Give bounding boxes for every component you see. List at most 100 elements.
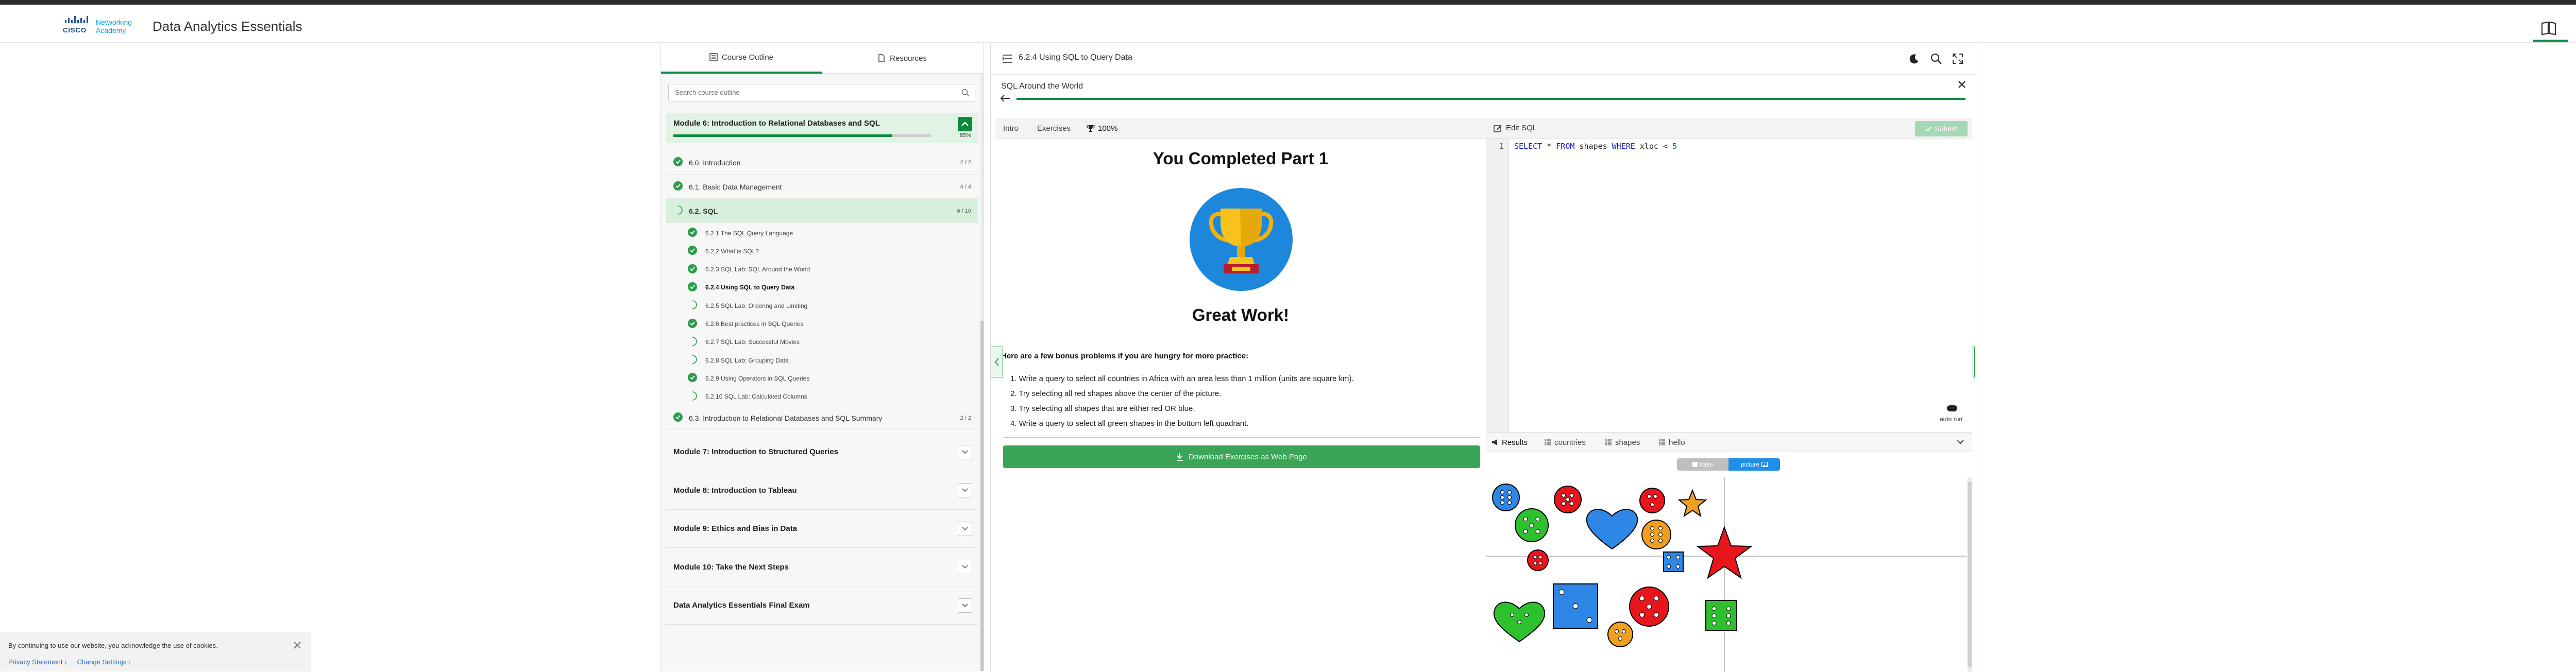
section-label: 6.3. Introduction to Relational Database…: [689, 413, 883, 422]
subsection-item[interactable]: 6.2.5 SQL Lab: Ordering and Limiting: [688, 297, 976, 315]
module-item[interactable]: Data Analytics Essentials Final Exam: [666, 587, 978, 625]
orange-circle-small: [1607, 622, 1633, 647]
submit-label: Submit: [1935, 125, 1957, 133]
expand-icon[interactable]: [1951, 52, 1964, 65]
red-circle-bottom: [1629, 587, 1669, 627]
search-icon[interactable]: [1929, 52, 1943, 65]
top-bar: CISCO Networking Academy Data Analytics …: [0, 5, 2576, 43]
subsection-item[interactable]: 6.2.4 Using SQL to Query Data: [688, 279, 976, 297]
section-item[interactable]: 6.2. SQL 6 / 10: [666, 199, 978, 223]
table-icon: [1605, 439, 1612, 445]
tab-countries[interactable]: countries: [1544, 433, 1586, 452]
expand-button[interactable]: [958, 521, 972, 536]
book-icon[interactable]: [2540, 19, 2557, 37]
subsection-item[interactable]: 6.2.7 SQL Lab: Successful Movies: [688, 333, 976, 351]
module-progress-bar: [673, 134, 931, 137]
submit-button[interactable]: Submit: [1915, 121, 1968, 136]
tab-resources[interactable]: Resources: [822, 43, 982, 74]
results-panel: Results countries shapes hello table pic…: [1486, 432, 1972, 672]
tab-hello[interactable]: hello: [1658, 433, 1685, 452]
collapse-toggle[interactable]: [958, 117, 972, 131]
trophy-badge-icon: [1190, 188, 1293, 291]
line-gutter: 1: [1486, 139, 1509, 432]
search-icon[interactable]: [961, 89, 970, 97]
privacy-statement-link[interactable]: Privacy Statement ›: [8, 658, 66, 666]
expand-button[interactable]: [958, 598, 972, 613]
subsection-item[interactable]: 6.2.3 SQL Lab: SQL Around the World: [688, 261, 976, 279]
sql-keyword: FROM: [1556, 142, 1575, 151]
cookie-links: Privacy Statement › Change Settings ›: [8, 658, 131, 666]
section-item[interactable]: 6.0. Introduction 2 / 2: [666, 151, 978, 175]
tab-score[interactable]: 100%: [1087, 118, 1117, 139]
subsection-label: 6.2.3 SQL Lab: SQL Around the World: [705, 266, 810, 273]
subsection-item[interactable]: 6.2.6 Best practices in SQL Queries: [688, 315, 976, 333]
section-count: 4 / 4: [960, 183, 971, 190]
module-6-header[interactable]: Module 6: Introduction to Relational Dat…: [666, 113, 978, 143]
chevron-down-icon[interactable]: [1956, 439, 1964, 445]
module-item[interactable]: Module 8: Introduction to Tableau: [666, 472, 978, 510]
cisco-logo[interactable]: CISCO Networking Academy: [60, 16, 137, 38]
outline-search[interactable]: [668, 84, 975, 101]
download-exercises-button[interactable]: Download Exercises as Web Page: [1003, 445, 1480, 468]
dark-mode-icon[interactable]: [1908, 52, 1921, 65]
tab-intro[interactable]: Intro: [1003, 118, 1019, 139]
green-square: [1705, 600, 1737, 631]
subsection-item[interactable]: 6.2.8 SQL Lab: Grouping Data: [688, 351, 976, 369]
logo-academy: Academy: [96, 26, 126, 35]
check-circle-icon: [688, 318, 697, 328]
sql-editor[interactable]: 1 SELECT * FROM shapes WHERE xloc < 5 au…: [1486, 139, 1972, 432]
tab-shapes[interactable]: shapes: [1605, 433, 1640, 452]
view-table-button[interactable]: table: [1677, 458, 1728, 471]
back-arrow-icon[interactable]: [1000, 94, 1010, 102]
completion-content: You Completed Part 1 Great Work! Here ar…: [995, 139, 1486, 671]
expand-button[interactable]: [958, 444, 972, 459]
auto-run-toggle[interactable]: [1947, 405, 1957, 411]
outline-tabs: Course Outline Resources: [661, 43, 984, 74]
logo-subtitle: Networking Academy: [96, 18, 132, 35]
check-circle-icon: [688, 264, 697, 273]
progress-circle-icon: [692, 336, 697, 346]
outline-scrollbar[interactable]: [980, 74, 984, 671]
section-count: 2 / 2: [960, 159, 971, 166]
logo-brand: CISCO: [63, 26, 87, 34]
app-title: Data Analytics Essentials: [152, 19, 302, 34]
module-item[interactable]: Module 9: Ethics and Bias in Data: [666, 510, 978, 548]
module-item[interactable]: Module 10: Take the Next Steps: [666, 548, 978, 587]
close-icon[interactable]: [1957, 80, 1967, 89]
tab-course-outline[interactable]: Course Outline: [661, 43, 822, 74]
results-scrollbar[interactable]: [1968, 477, 1972, 672]
tab-exercises[interactable]: Exercises: [1037, 118, 1071, 139]
subsection-item[interactable]: 6.2.1 The SQL Query Language: [688, 224, 976, 242]
subsection-label: 6.2.7 SQL Lab: Successful Movies: [705, 338, 800, 346]
subsection-label: 6.2.2 What is SQL?: [705, 247, 759, 255]
collapse-sidebar-icon[interactable]: [1002, 54, 1012, 63]
section-item[interactable]: 6.3. Introduction to Relational Database…: [666, 406, 978, 430]
section-item[interactable]: 6.1. Basic Data Management 4 / 4: [666, 175, 978, 199]
close-icon[interactable]: [293, 641, 302, 650]
chevron-down-icon: [962, 450, 968, 454]
module-label: Data Analytics Essentials Final Exam: [673, 601, 810, 610]
edit-sql-text: Edit SQL: [1506, 124, 1537, 132]
section-label: 6.1. Basic Data Management: [689, 182, 782, 191]
tab-course-outline-label: Course Outline: [721, 53, 774, 62]
outline-scrollbar-thumb[interactable]: [980, 321, 984, 671]
search-input[interactable]: [675, 84, 953, 100]
subsection-item[interactable]: 6.2.10 SQL Lab: Calculated Columns: [688, 388, 976, 406]
sql-keyword: SELECT: [1514, 142, 1543, 151]
view-picture-button[interactable]: picture: [1728, 458, 1780, 471]
lesson-title: 6.2.4 Using SQL to Query Data: [1019, 53, 1132, 62]
expand-button[interactable]: [958, 560, 972, 574]
sql-code[interactable]: SELECT * FROM shapes WHERE xloc < 5: [1514, 142, 1677, 151]
blue-circle: [1492, 484, 1520, 511]
prev-page-button[interactable]: [991, 347, 1003, 377]
download-label: Download Exercises as Web Page: [1189, 452, 1307, 461]
module-item[interactable]: Module 7: Introduction to Structured Que…: [666, 433, 978, 471]
view-toggle[interactable]: table picture: [1677, 458, 1780, 471]
tab-results[interactable]: Results: [1492, 433, 1528, 452]
subsection-item[interactable]: 6.2.2 What is SQL?: [688, 242, 976, 260]
results-scrollbar-thumb[interactable]: [1968, 482, 1972, 667]
check-circle-icon: [673, 157, 683, 166]
change-settings-link[interactable]: Change Settings ›: [77, 658, 130, 666]
expand-button[interactable]: [958, 483, 972, 497]
subsection-item[interactable]: 6.2.9 Using Operators in SQL Queries: [688, 369, 976, 387]
